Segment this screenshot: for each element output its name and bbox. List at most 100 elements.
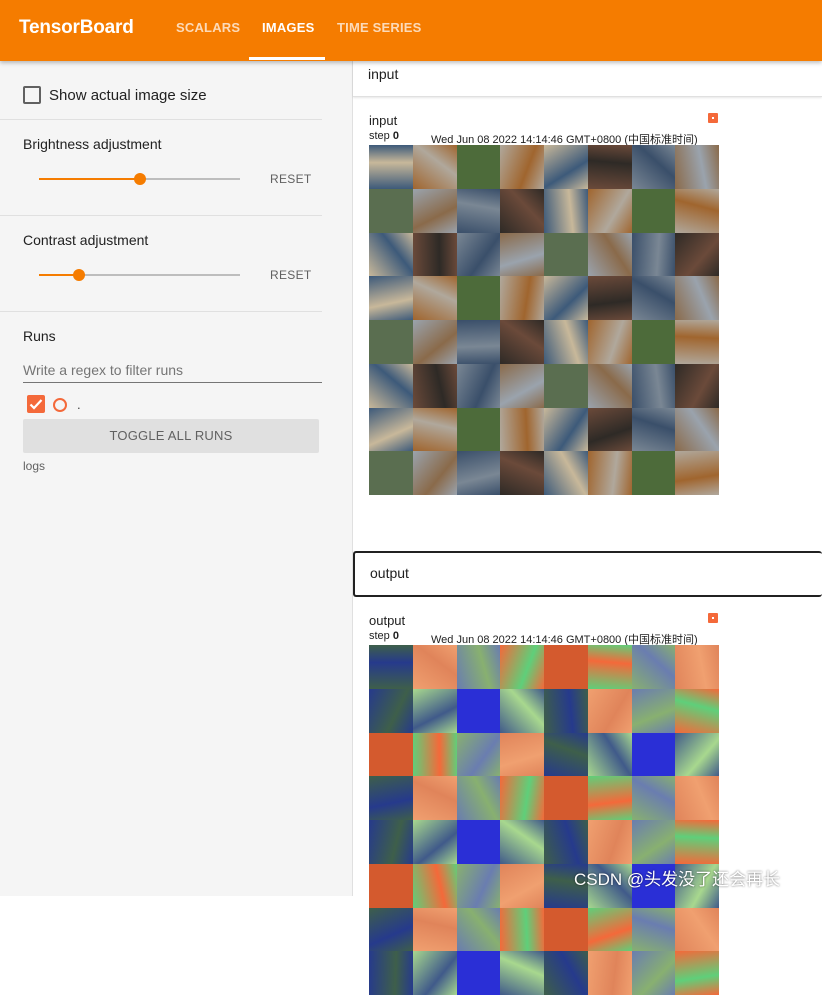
runs-label: Runs bbox=[23, 328, 56, 344]
card-title: output bbox=[369, 613, 406, 628]
image-tile bbox=[587, 732, 632, 777]
card-step: step 0 bbox=[369, 630, 399, 642]
image-tile bbox=[587, 645, 632, 689]
image-tile bbox=[456, 645, 501, 689]
run-filter-input[interactable] bbox=[23, 357, 322, 383]
image-tile bbox=[369, 188, 413, 233]
image-tile bbox=[587, 407, 632, 452]
app-brand[interactable]: TensorBoard bbox=[19, 17, 134, 39]
logs-dir-label: logs bbox=[23, 459, 46, 473]
divider bbox=[0, 119, 322, 120]
image-tile bbox=[675, 776, 719, 820]
image-tile bbox=[369, 951, 413, 995]
image-tile bbox=[675, 907, 719, 952]
image-tile bbox=[456, 232, 501, 277]
image-tile bbox=[544, 820, 588, 864]
tab-time-series[interactable]: TIME SERIES bbox=[337, 20, 422, 35]
image-tile bbox=[500, 688, 544, 733]
image-tile bbox=[587, 363, 632, 408]
image-tile bbox=[544, 451, 588, 495]
image-tile bbox=[456, 276, 501, 320]
image-tile bbox=[412, 451, 457, 495]
image-tile bbox=[544, 688, 588, 733]
image-tile bbox=[675, 145, 719, 189]
image-tile bbox=[500, 732, 544, 777]
image-tile bbox=[587, 276, 632, 320]
image-tile bbox=[544, 276, 588, 320]
run-color-icon bbox=[708, 113, 718, 123]
image-tile bbox=[631, 145, 676, 189]
image-tile bbox=[587, 688, 632, 733]
brightness-label: Brightness adjustment bbox=[23, 136, 162, 152]
image-tile bbox=[631, 320, 676, 364]
image-tile bbox=[675, 320, 719, 364]
image-tile bbox=[369, 776, 413, 820]
image-tile bbox=[412, 145, 457, 189]
image-tile bbox=[412, 732, 457, 777]
image-tile bbox=[675, 688, 719, 733]
image-tile bbox=[675, 645, 719, 689]
image-tile bbox=[369, 407, 413, 452]
image-tile bbox=[544, 232, 588, 277]
image-tile bbox=[412, 320, 457, 364]
image-tile bbox=[500, 145, 544, 189]
group-header-output[interactable]: output bbox=[353, 551, 822, 597]
show-actual-size-checkbox[interactable] bbox=[23, 86, 41, 104]
image-grid-input[interactable] bbox=[369, 145, 719, 495]
image-tile bbox=[631, 732, 676, 777]
image-tile bbox=[500, 951, 544, 995]
run-color-swatch[interactable] bbox=[53, 398, 67, 412]
image-tile bbox=[369, 645, 413, 689]
show-actual-size-label[interactable]: Show actual image size bbox=[49, 87, 207, 104]
image-tile bbox=[369, 820, 413, 864]
sidebar: Show actual image size Brightness adjust… bbox=[0, 61, 353, 896]
image-tile bbox=[500, 451, 544, 495]
image-tile bbox=[500, 407, 544, 452]
image-tile bbox=[631, 820, 676, 864]
contrast-label: Contrast adjustment bbox=[23, 232, 149, 248]
image-tile bbox=[412, 863, 457, 908]
image-tile bbox=[369, 363, 413, 408]
image-tile bbox=[500, 232, 544, 277]
image-grid-output[interactable] bbox=[369, 645, 719, 995]
image-tile bbox=[631, 645, 676, 689]
image-tile bbox=[544, 145, 588, 189]
group-header-input[interactable]: input bbox=[353, 61, 822, 97]
image-tile bbox=[456, 688, 501, 733]
image-tile bbox=[675, 188, 719, 233]
image-tile bbox=[675, 820, 719, 864]
image-tile bbox=[456, 863, 501, 908]
image-tile bbox=[456, 951, 501, 995]
toggle-all-runs-button[interactable]: TOGGLE ALL RUNS bbox=[23, 419, 319, 453]
run-color-icon bbox=[708, 613, 718, 623]
tab-images[interactable]: IMAGES bbox=[262, 20, 314, 35]
image-tile bbox=[369, 907, 413, 952]
image-tile bbox=[412, 407, 457, 452]
image-tile bbox=[587, 907, 632, 952]
image-tile bbox=[631, 276, 676, 320]
contrast-reset-button[interactable]: RESET bbox=[270, 268, 312, 282]
image-tile bbox=[412, 688, 457, 733]
brightness-slider-fill bbox=[39, 178, 140, 180]
image-tile bbox=[500, 645, 544, 689]
image-tile bbox=[544, 407, 588, 452]
image-tile bbox=[412, 276, 457, 320]
run-checkbox[interactable] bbox=[27, 395, 45, 413]
image-tile bbox=[369, 863, 413, 908]
image-tile bbox=[631, 188, 676, 233]
main-panel: input input step 0 Wed Jun 08 2022 14:14… bbox=[353, 61, 822, 995]
image-tile bbox=[456, 363, 501, 408]
image-tile bbox=[631, 232, 676, 277]
image-tile bbox=[587, 451, 632, 495]
contrast-slider-knob[interactable] bbox=[73, 269, 86, 281]
brightness-slider-knob[interactable] bbox=[133, 173, 146, 185]
image-tile bbox=[500, 276, 544, 320]
divider bbox=[0, 311, 322, 312]
image-tile bbox=[631, 407, 676, 452]
image-tile bbox=[456, 320, 501, 364]
top-app-bar: TensorBoard SCALARS IMAGES TIME SERIES bbox=[0, 0, 822, 61]
tab-scalars[interactable]: SCALARS bbox=[176, 20, 240, 35]
brightness-reset-button[interactable]: RESET bbox=[270, 172, 312, 186]
image-tile bbox=[412, 363, 457, 408]
image-tile bbox=[544, 776, 588, 820]
